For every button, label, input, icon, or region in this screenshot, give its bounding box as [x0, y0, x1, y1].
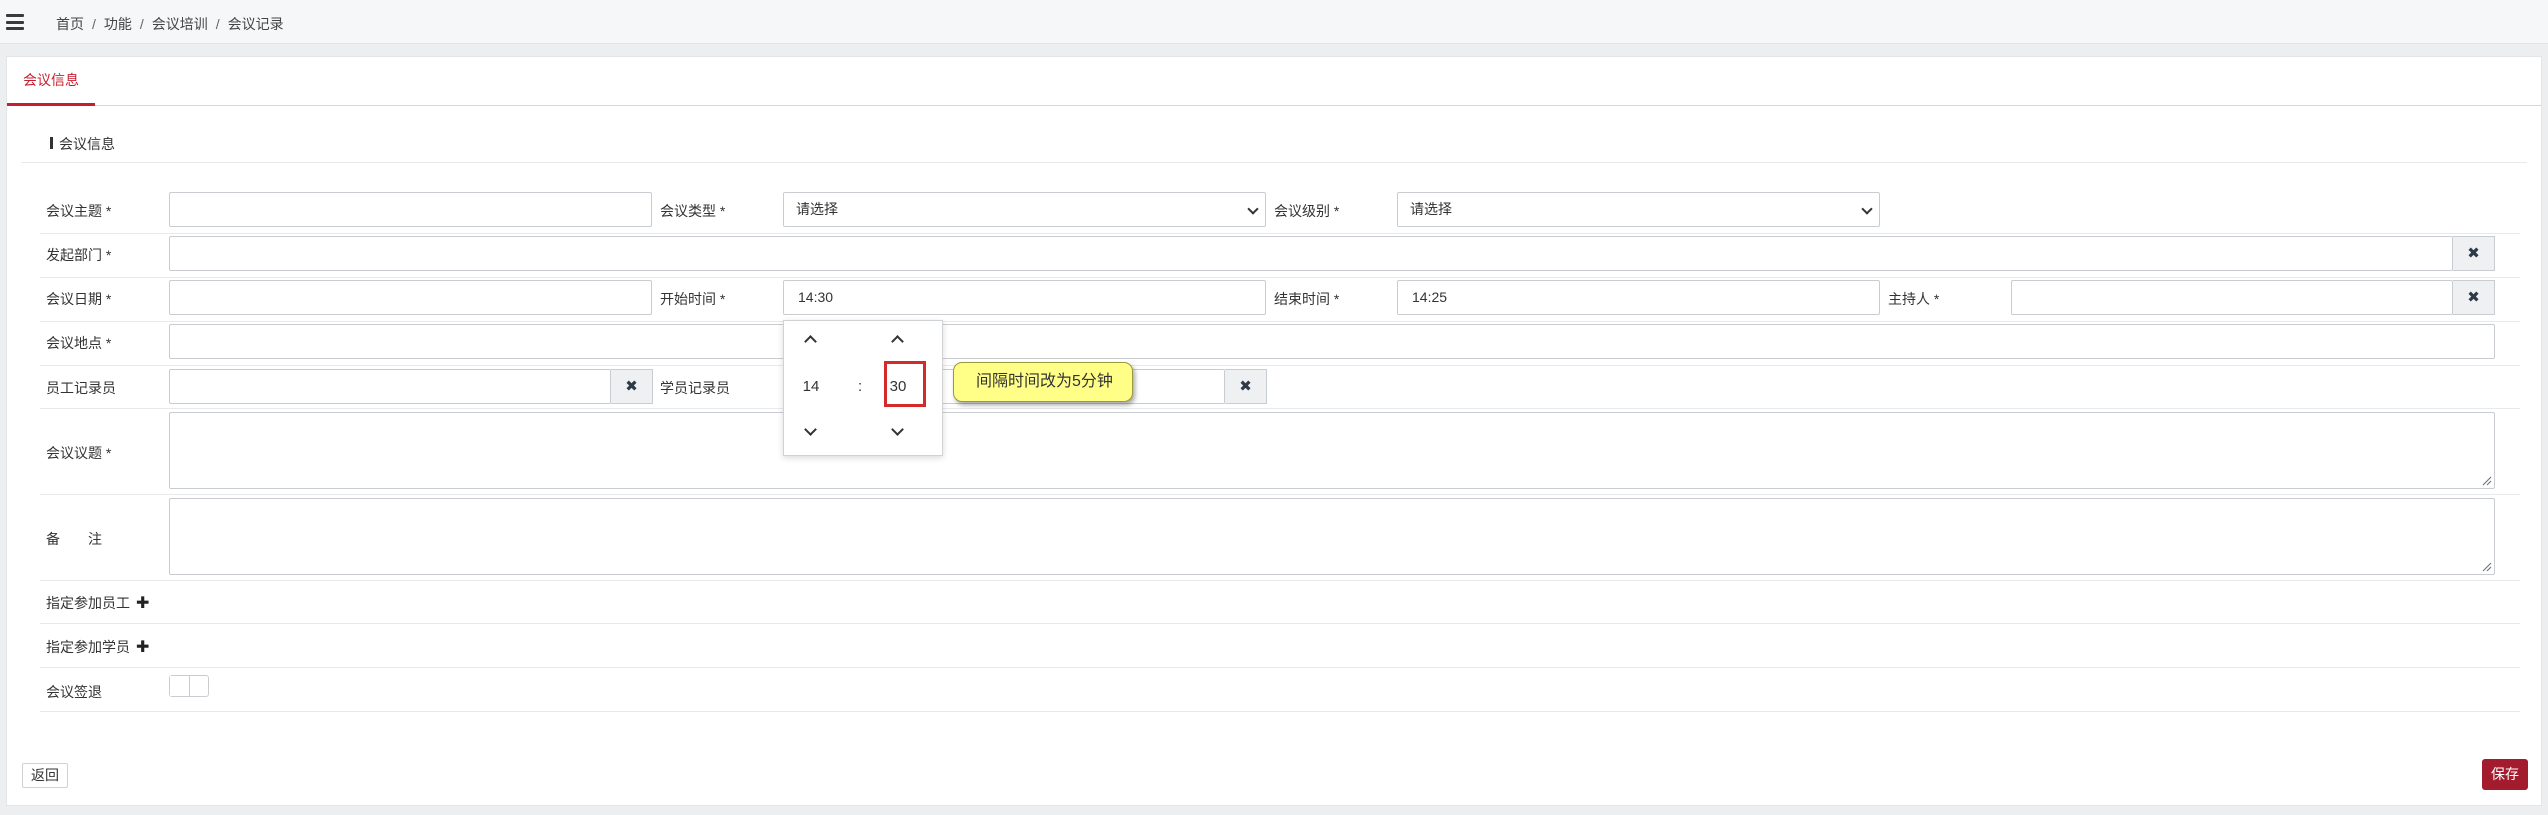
- type-select-value: 请选择: [796, 201, 838, 217]
- minute-decrement-button[interactable]: [886, 421, 910, 445]
- breadcrumb-home[interactable]: 首页: [56, 16, 84, 32]
- dept-label: 发起部门 *: [46, 247, 112, 263]
- row-divider: [40, 233, 2520, 234]
- location-input[interactable]: [169, 324, 2495, 359]
- staff-recorder-clear-button[interactable]: ✖: [611, 369, 653, 404]
- breadcrumb-meeting-record: 会议记录: [227, 16, 284, 32]
- close-icon: ✖: [1239, 378, 1252, 395]
- topic-textarea[interactable]: [169, 412, 2495, 489]
- row-divider: [40, 711, 2520, 712]
- breadcrumb-function[interactable]: 功能: [104, 16, 132, 32]
- date-label: 会议日期 *: [46, 291, 112, 307]
- chevron-down-icon: [891, 423, 904, 436]
- row-divider: [40, 667, 2520, 668]
- chevron-up-icon: [804, 335, 817, 348]
- row-divider: [40, 494, 2520, 495]
- assign-staff-row: 指定参加员工 ✚: [46, 593, 149, 613]
- breadcrumb-separator: /: [139, 16, 144, 32]
- hour-value[interactable]: 14: [793, 378, 829, 395]
- tab-bar: 会议信息: [7, 57, 2541, 106]
- hour-increment-button[interactable]: [799, 327, 823, 351]
- resize-grip-icon[interactable]: [2480, 474, 2492, 486]
- add-student-icon[interactable]: ✚: [136, 637, 149, 657]
- type-select[interactable]: 请选择: [783, 192, 1266, 227]
- assign-student-label: 指定参加学员: [46, 639, 130, 655]
- student-recorder-clear-button[interactable]: ✖: [1225, 369, 1267, 404]
- remark-textarea[interactable]: [169, 498, 2495, 575]
- topic-label: 会议议题 *: [46, 445, 112, 461]
- signout-toggle[interactable]: [169, 675, 209, 697]
- save-button[interactable]: 保存: [2482, 759, 2528, 790]
- host-label: 主持人 *: [1888, 291, 1940, 307]
- resize-grip-icon[interactable]: [2480, 560, 2492, 572]
- breadcrumb-meeting-training[interactable]: 会议培训: [152, 16, 208, 32]
- annotation-callout: 间隔时间改为5分钟: [953, 362, 1133, 402]
- end-time-input[interactable]: 14:25: [1397, 280, 1880, 315]
- section-header: 会议信息: [21, 121, 2527, 163]
- level-label: 会议级别 *: [1274, 203, 1340, 219]
- toggle-knob: [170, 676, 190, 696]
- location-label: 会议地点 *: [46, 335, 112, 351]
- subject-input[interactable]: [169, 192, 652, 227]
- subject-label: 会议主题 *: [46, 203, 112, 219]
- start-time-input[interactable]: 14:30: [783, 280, 1266, 315]
- assign-staff-label: 指定参加员工: [46, 595, 130, 611]
- host-clear-button[interactable]: ✖: [2453, 280, 2495, 315]
- close-icon: ✖: [625, 378, 638, 395]
- remark-label: 备 注: [46, 531, 102, 547]
- chevron-down-icon: [804, 423, 817, 436]
- time-colon: :: [858, 378, 863, 395]
- row-divider: [40, 365, 2520, 366]
- breadcrumb-separator: /: [215, 16, 220, 32]
- type-label: 会议类型 *: [660, 203, 726, 219]
- level-select-value: 请选择: [1410, 201, 1452, 217]
- assign-student-row: 指定参加学员 ✚: [46, 637, 149, 657]
- minute-highlight-box: [884, 361, 926, 407]
- tab-meeting-info[interactable]: 会议信息: [7, 57, 95, 106]
- row-divider: [40, 277, 2520, 278]
- row-divider: [40, 408, 2520, 409]
- back-button[interactable]: 返回: [22, 763, 68, 788]
- chevron-down-icon: [1247, 203, 1259, 215]
- chevron-up-icon: [891, 335, 904, 348]
- staff-recorder-label: 员工记录员: [46, 380, 116, 396]
- breadcrumb-separator: /: [92, 16, 96, 32]
- breadcrumb: 首页 / 功能 / 会议培训 / 会议记录: [56, 14, 284, 34]
- add-staff-icon[interactable]: ✚: [136, 593, 149, 613]
- date-input[interactable]: [169, 280, 652, 315]
- level-select[interactable]: 请选择: [1397, 192, 1880, 227]
- menu-icon[interactable]: [6, 14, 24, 30]
- host-input[interactable]: [2011, 280, 2453, 315]
- hour-decrement-button[interactable]: [799, 421, 823, 445]
- start-time-label: 开始时间 *: [660, 291, 726, 307]
- row-divider: [40, 321, 2520, 322]
- student-recorder-label: 学员记录员: [660, 380, 730, 396]
- row-divider: [40, 580, 2520, 581]
- signout-label: 会议签退: [46, 684, 102, 700]
- close-icon: ✖: [2467, 245, 2480, 262]
- dept-clear-button[interactable]: ✖: [2453, 236, 2495, 271]
- dept-input[interactable]: [169, 236, 2453, 271]
- row-divider: [40, 623, 2520, 624]
- end-time-label: 结束时间 *: [1274, 291, 1340, 307]
- top-bar: 首页 / 功能 / 会议培训 / 会议记录: [0, 0, 2548, 44]
- close-icon: ✖: [2467, 289, 2480, 306]
- section-title: 会议信息: [59, 136, 115, 152]
- minute-increment-button[interactable]: [886, 327, 910, 351]
- staff-recorder-input[interactable]: [169, 369, 611, 404]
- section-marker-icon: [50, 137, 53, 149]
- chevron-down-icon: [1861, 203, 1873, 215]
